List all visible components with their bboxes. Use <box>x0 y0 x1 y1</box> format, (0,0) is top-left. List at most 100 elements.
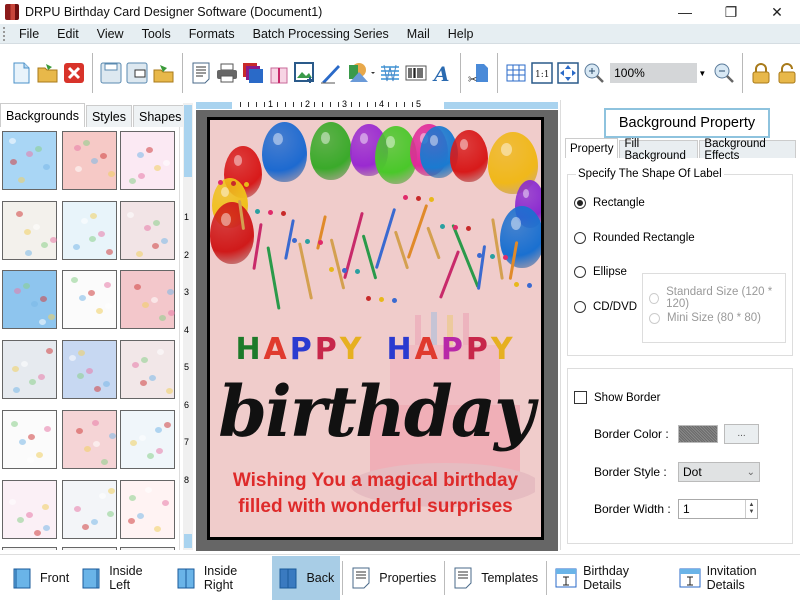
thumbnail-white-balloons[interactable] <box>62 270 117 329</box>
confetti-decoration <box>453 225 458 230</box>
nav-inside-right-button[interactable]: Inside Right <box>170 556 273 600</box>
watermark-button[interactable] <box>379 61 402 85</box>
grid-button[interactable] <box>505 61 528 85</box>
thumbnail-pink-cakes[interactable] <box>120 270 175 329</box>
balloon-decoration <box>210 202 254 264</box>
tab-backgrounds[interactable]: Backgrounds <box>0 103 85 127</box>
radio-rectangle[interactable]: Rectangle <box>574 197 645 209</box>
tab-shapes[interactable]: Shapes <box>133 105 188 127</box>
background-property-button[interactable]: Background Property <box>604 108 770 138</box>
open-template-button[interactable] <box>152 61 176 85</box>
thumbnail-colorful-balloons[interactable] <box>120 410 175 469</box>
thumbnail-pink-texture[interactable] <box>62 131 117 190</box>
text-button[interactable]: A <box>431 61 454 85</box>
print-button[interactable] <box>215 61 238 85</box>
border-color-swatch[interactable] <box>678 425 718 443</box>
thumbnail-happy-birthday-text[interactable] <box>2 410 57 469</box>
thumbnail-partial[interactable] <box>62 547 117 550</box>
menu-help[interactable]: Help <box>439 27 483 41</box>
fit-to-window-button[interactable] <box>557 61 580 85</box>
thumbnail-partial[interactable] <box>2 547 57 550</box>
properties-button[interactable] <box>189 61 212 85</box>
zoom-out-button[interactable] <box>713 61 736 85</box>
thumbnail-grey-flowers[interactable] <box>2 340 57 399</box>
streamer-decoration <box>476 245 487 290</box>
nav-inside-left-button[interactable]: Inside Left <box>75 556 170 600</box>
thumbnail-pattern-dot <box>18 177 25 183</box>
unlock-button[interactable] <box>776 61 799 85</box>
radio-ellipse[interactable]: Ellipse <box>574 266 627 278</box>
tab-property[interactable]: Property <box>565 138 619 158</box>
maximize-button[interactable]: ❐ <box>708 0 754 24</box>
actual-size-button[interactable]: 1:1 <box>531 61 554 85</box>
menu-edit[interactable]: Edit <box>48 27 88 41</box>
save-as-button[interactable] <box>126 61 149 85</box>
menu-batch-processing[interactable]: Batch Processing Series <box>244 27 398 41</box>
stepper-arrows-icon[interactable]: ▲ ▼ <box>745 500 757 518</box>
radio-cd-dvd[interactable]: CD/DVD <box>574 301 637 313</box>
zoom-in-button[interactable] <box>583 61 606 85</box>
menu-formats[interactable]: Formats <box>180 27 244 41</box>
thumbnail-daisies[interactable] <box>2 201 57 260</box>
border-color-picker-button[interactable]: ... <box>724 424 759 444</box>
gift-button[interactable] <box>268 61 291 85</box>
barcode-button[interactable] <box>405 61 428 85</box>
print-layers-button[interactable] <box>242 61 265 85</box>
radio-standard-size[interactable]: Standard Size (120 * 120) <box>649 286 785 310</box>
open-button[interactable] <box>36 61 60 85</box>
cut-button[interactable]: ✂ <box>468 61 491 85</box>
nav-back-button[interactable]: Back <box>272 555 341 600</box>
menu-file[interactable]: File <box>10 27 48 41</box>
thumbnail-balloon-bunches[interactable] <box>62 480 117 539</box>
zoom-dropdown-arrow[interactable]: ▼ <box>697 69 709 78</box>
thumbnail-baby-blue-pattern[interactable] <box>62 201 117 260</box>
save-icon <box>100 62 122 84</box>
menu-mail[interactable]: Mail <box>398 27 439 41</box>
confetti-decoration <box>292 238 297 243</box>
thumbnail-red-hearts[interactable] <box>120 480 175 539</box>
thumbnail-pattern-dot <box>75 166 82 172</box>
border-width-stepper[interactable]: 1 ▲ ▼ <box>678 499 758 519</box>
nav-properties-button[interactable]: Properties <box>345 556 442 600</box>
menu-view[interactable]: View <box>88 27 133 41</box>
thumbnail-pastel-watercolor[interactable] <box>62 340 117 399</box>
confetti-decoration <box>490 254 495 259</box>
close-document-button[interactable] <box>63 61 86 85</box>
tab-background-effects[interactable]: Background Effects <box>699 138 796 162</box>
thumbnail-pattern-dot <box>138 173 145 179</box>
property-tabs: Property Fill Background Background Effe… <box>565 138 797 162</box>
nav-invitation-details-button[interactable]: Invitation Details <box>673 556 800 600</box>
shapes-button[interactable] <box>346 61 376 85</box>
save-button[interactable] <box>99 61 122 85</box>
birthday-card[interactable]: HAPPY HAPPY birthday Wishing You a magica… <box>207 117 544 540</box>
nav-label: Templates <box>481 570 539 585</box>
minimize-button[interactable]: — <box>662 0 708 24</box>
thumbnail-butterflies[interactable] <box>120 131 175 190</box>
thumbnail-bird-balloons[interactable] <box>120 201 175 260</box>
radio-rounded-rectangle[interactable]: Rounded Rectangle <box>574 232 695 244</box>
zoom-level-field[interactable]: 100% <box>610 63 697 83</box>
signature-button[interactable] <box>320 61 343 85</box>
show-border-checkbox[interactable]: Show Border <box>574 391 660 404</box>
border-style-select[interactable]: Dot ⌄ <box>678 462 760 482</box>
lock-button[interactable] <box>750 61 773 85</box>
ruler-tick <box>256 102 257 107</box>
tab-styles[interactable]: Styles <box>85 105 133 127</box>
scrollbar-thumb[interactable] <box>184 105 192 177</box>
happy-letter: P <box>440 332 466 367</box>
nav-birthday-details-button[interactable]: Birthday Details <box>549 556 672 600</box>
thumbnail-blue-stars[interactable] <box>2 270 57 329</box>
nav-templates-button[interactable]: Templates <box>447 556 544 600</box>
new-button[interactable] <box>10 61 33 85</box>
thumbnail-faded-pink[interactable] <box>120 340 175 399</box>
insert-image-button[interactable] <box>294 61 317 85</box>
menu-tools[interactable]: Tools <box>133 27 180 41</box>
thumbnail-pink-stripes[interactable] <box>62 410 117 469</box>
thumbnail-sky-clouds[interactable] <box>2 131 57 190</box>
nav-front-button[interactable]: Front <box>6 556 75 600</box>
tab-fill-background[interactable]: Fill Background <box>619 138 699 162</box>
thumbnail-partial[interactable] <box>120 547 175 550</box>
radio-mini-size[interactable]: Mini Size (80 * 80) <box>649 312 761 324</box>
close-window-button[interactable]: ✕ <box>754 0 800 24</box>
thumbnail-pastel-hearts[interactable] <box>2 480 57 539</box>
